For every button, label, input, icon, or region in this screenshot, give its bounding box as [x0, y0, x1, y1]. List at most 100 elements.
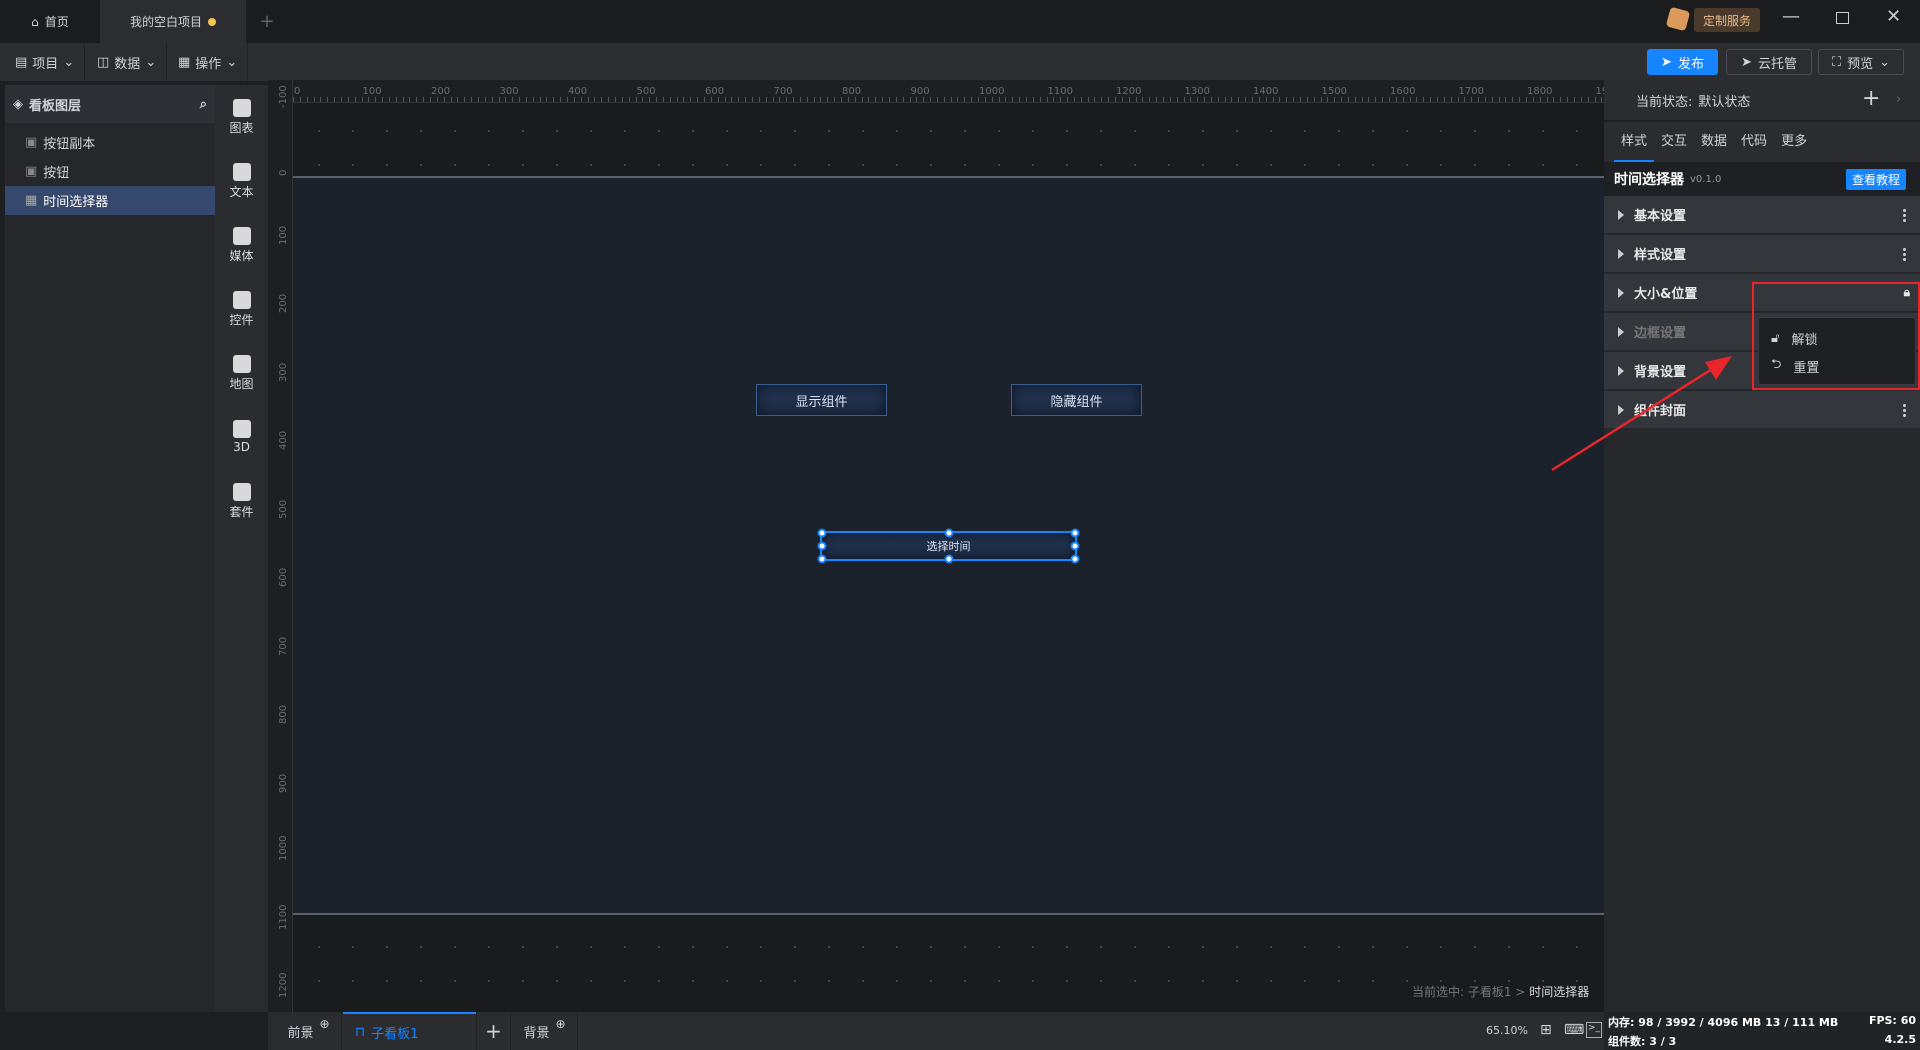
ruler-tick — [1217, 97, 1219, 102]
view-tutorial-button[interactable]: 查看教程 — [1846, 169, 1907, 190]
caret-right-icon — [1618, 287, 1624, 298]
ruler-tick — [669, 97, 671, 102]
component-map[interactable]: 地图 — [215, 341, 268, 405]
zoom-level[interactable]: 65.10% — [1486, 1024, 1528, 1037]
ruler-tick — [902, 97, 904, 102]
tab-1[interactable]: 交互 — [1654, 122, 1694, 162]
publish-button[interactable]: ➤ 发布 — [1647, 49, 1718, 75]
more-icon[interactable] — [1903, 403, 1906, 418]
ruler-label: 800 — [842, 86, 862, 97]
ruler-tick — [1573, 97, 1575, 102]
ruler-tick — [443, 97, 445, 102]
component-3d[interactable]: 3D — [215, 405, 268, 469]
ruler-tick — [306, 97, 308, 102]
tab-3[interactable]: 代码 — [1734, 122, 1774, 162]
layer-item[interactable]: ▣ 按钮 — [5, 157, 215, 186]
tab-foreground[interactable]: 前景 ⊕ — [276, 1012, 342, 1050]
menu-item-reset[interactable]: ⮌ 重置 — [1759, 352, 1915, 380]
component-chart[interactable]: 图表 — [215, 85, 268, 149]
show-component-button[interactable]: 显示组件 — [756, 384, 887, 416]
search-icon[interactable]: ⌕ — [200, 97, 207, 112]
hide-component-button[interactable]: 隐藏组件 — [1011, 384, 1142, 416]
ruler-tick — [1279, 97, 1281, 102]
ruler-tick — [1334, 97, 1336, 102]
keyboard-icon[interactable]: ⌨ — [1564, 1022, 1584, 1038]
data-menu[interactable]: ◫ 数据 ⌄ — [87, 43, 168, 81]
ruler-tick — [1019, 97, 1021, 102]
close-button[interactable]: ✕ — [1886, 6, 1901, 27]
ruler-label: 700 — [278, 636, 289, 656]
operate-menu[interactable]: ▦ 操作 ⌄ — [168, 43, 249, 81]
ruler-tick — [1183, 97, 1185, 102]
ruler-tick — [1382, 97, 1384, 102]
tab-2[interactable]: 数据 — [1694, 122, 1734, 162]
tab-sub-board[interactable]: ⊓ 子看板1 — [343, 1012, 476, 1050]
annotation-arrow — [1551, 356, 1732, 472]
ruler-tick — [293, 97, 294, 102]
resize-handle[interactable] — [944, 554, 953, 564]
terminal-icon[interactable]: >_ — [1586, 1022, 1602, 1038]
ruler-tick — [772, 97, 774, 102]
more-icon[interactable] — [1903, 208, 1906, 223]
ruler-tick — [1293, 97, 1295, 102]
ruler-tick — [1210, 97, 1212, 102]
resize-handle[interactable] — [1070, 541, 1080, 551]
ruler-tick — [1375, 97, 1377, 102]
file-icon: ▤ — [15, 54, 28, 70]
resize-handle[interactable] — [944, 528, 953, 538]
ruler-tick — [991, 97, 993, 102]
ruler-label: 1000 — [979, 86, 1005, 97]
add-circle-icon[interactable]: ⊕ — [555, 1017, 565, 1031]
component-text[interactable]: 文本 — [215, 149, 268, 213]
ruler-tick — [635, 97, 637, 102]
ruler-tick — [1142, 97, 1144, 102]
custom-service-button[interactable]: 定制服务 — [1694, 8, 1760, 32]
layer-item[interactable]: ▣ 按钮副本 — [5, 128, 215, 157]
time-picker-component[interactable]: 选择时间 — [817, 528, 1080, 564]
ruler-tick — [690, 97, 692, 102]
ruler-tick — [656, 97, 658, 102]
chevron-right-icon[interactable]: › — [1896, 92, 1901, 107]
ruler-label: 1400 — [1253, 86, 1279, 97]
ruler-tick — [464, 97, 466, 102]
more-icon[interactable] — [1903, 247, 1906, 262]
kit-icon — [232, 482, 251, 501]
tab-project[interactable]: 我的空白项目 — [100, 0, 246, 43]
section-0[interactable]: 基本设置 — [1604, 196, 1920, 234]
media-icon — [232, 226, 251, 245]
component-control[interactable]: 控件 — [215, 277, 268, 341]
new-tab-button[interactable]: + — [252, 0, 282, 43]
project-menu[interactable]: ▤ 项目 ⌄ — [5, 43, 86, 81]
state-select[interactable]: 默认状态 — [1698, 91, 1750, 110]
ruler-tick — [1067, 97, 1069, 102]
resize-handle[interactable] — [817, 528, 827, 538]
tab-home[interactable]: ⌂ 首页 — [0, 0, 100, 43]
fit-screen-icon[interactable]: ⊞ — [1540, 1022, 1552, 1038]
preview-button[interactable]: ⛶ 预览 ⌄ — [1818, 49, 1904, 75]
layer-item-selected[interactable]: ▦ 时间选择器 — [5, 186, 215, 215]
menu-item-unlock[interactable]: 🔓︎ 解锁 — [1759, 324, 1915, 352]
add-board-button[interactable]: + — [476, 1012, 511, 1050]
ruler-tick — [1553, 97, 1555, 102]
resize-handle[interactable] — [817, 554, 827, 564]
component-kit[interactable]: 套件 — [215, 469, 268, 533]
resize-handle[interactable] — [817, 541, 827, 551]
resize-handle[interactable] — [1070, 528, 1080, 538]
tab-4[interactable]: 更多 — [1774, 122, 1814, 162]
ruler-tick — [1286, 97, 1288, 102]
tab-background[interactable]: 背景 ⊕ — [512, 1012, 578, 1050]
ruler-tick — [786, 97, 788, 102]
add-circle-icon[interactable]: ⊕ — [319, 1017, 329, 1031]
resize-handle[interactable] — [1070, 554, 1080, 564]
section-1[interactable]: 样式设置 — [1604, 235, 1920, 273]
vertical-ruler: -100 0 100 200 300 400 500 600 700 800 900 1000 1100… — [268, 80, 293, 1012]
cloud-host-button[interactable]: ➤ 云托管 — [1726, 49, 1812, 75]
tab-0[interactable]: 样式 — [1614, 122, 1655, 162]
minimize-button[interactable]: — — [1782, 6, 1800, 27]
component-media[interactable]: 媒体 — [215, 213, 268, 277]
add-state-button[interactable]: + — [1862, 86, 1880, 111]
ruler-label: 0 — [294, 86, 301, 97]
restore-button[interactable] — [1836, 12, 1849, 24]
ruler-tick — [841, 97, 842, 102]
ruler-tick — [1135, 97, 1137, 102]
